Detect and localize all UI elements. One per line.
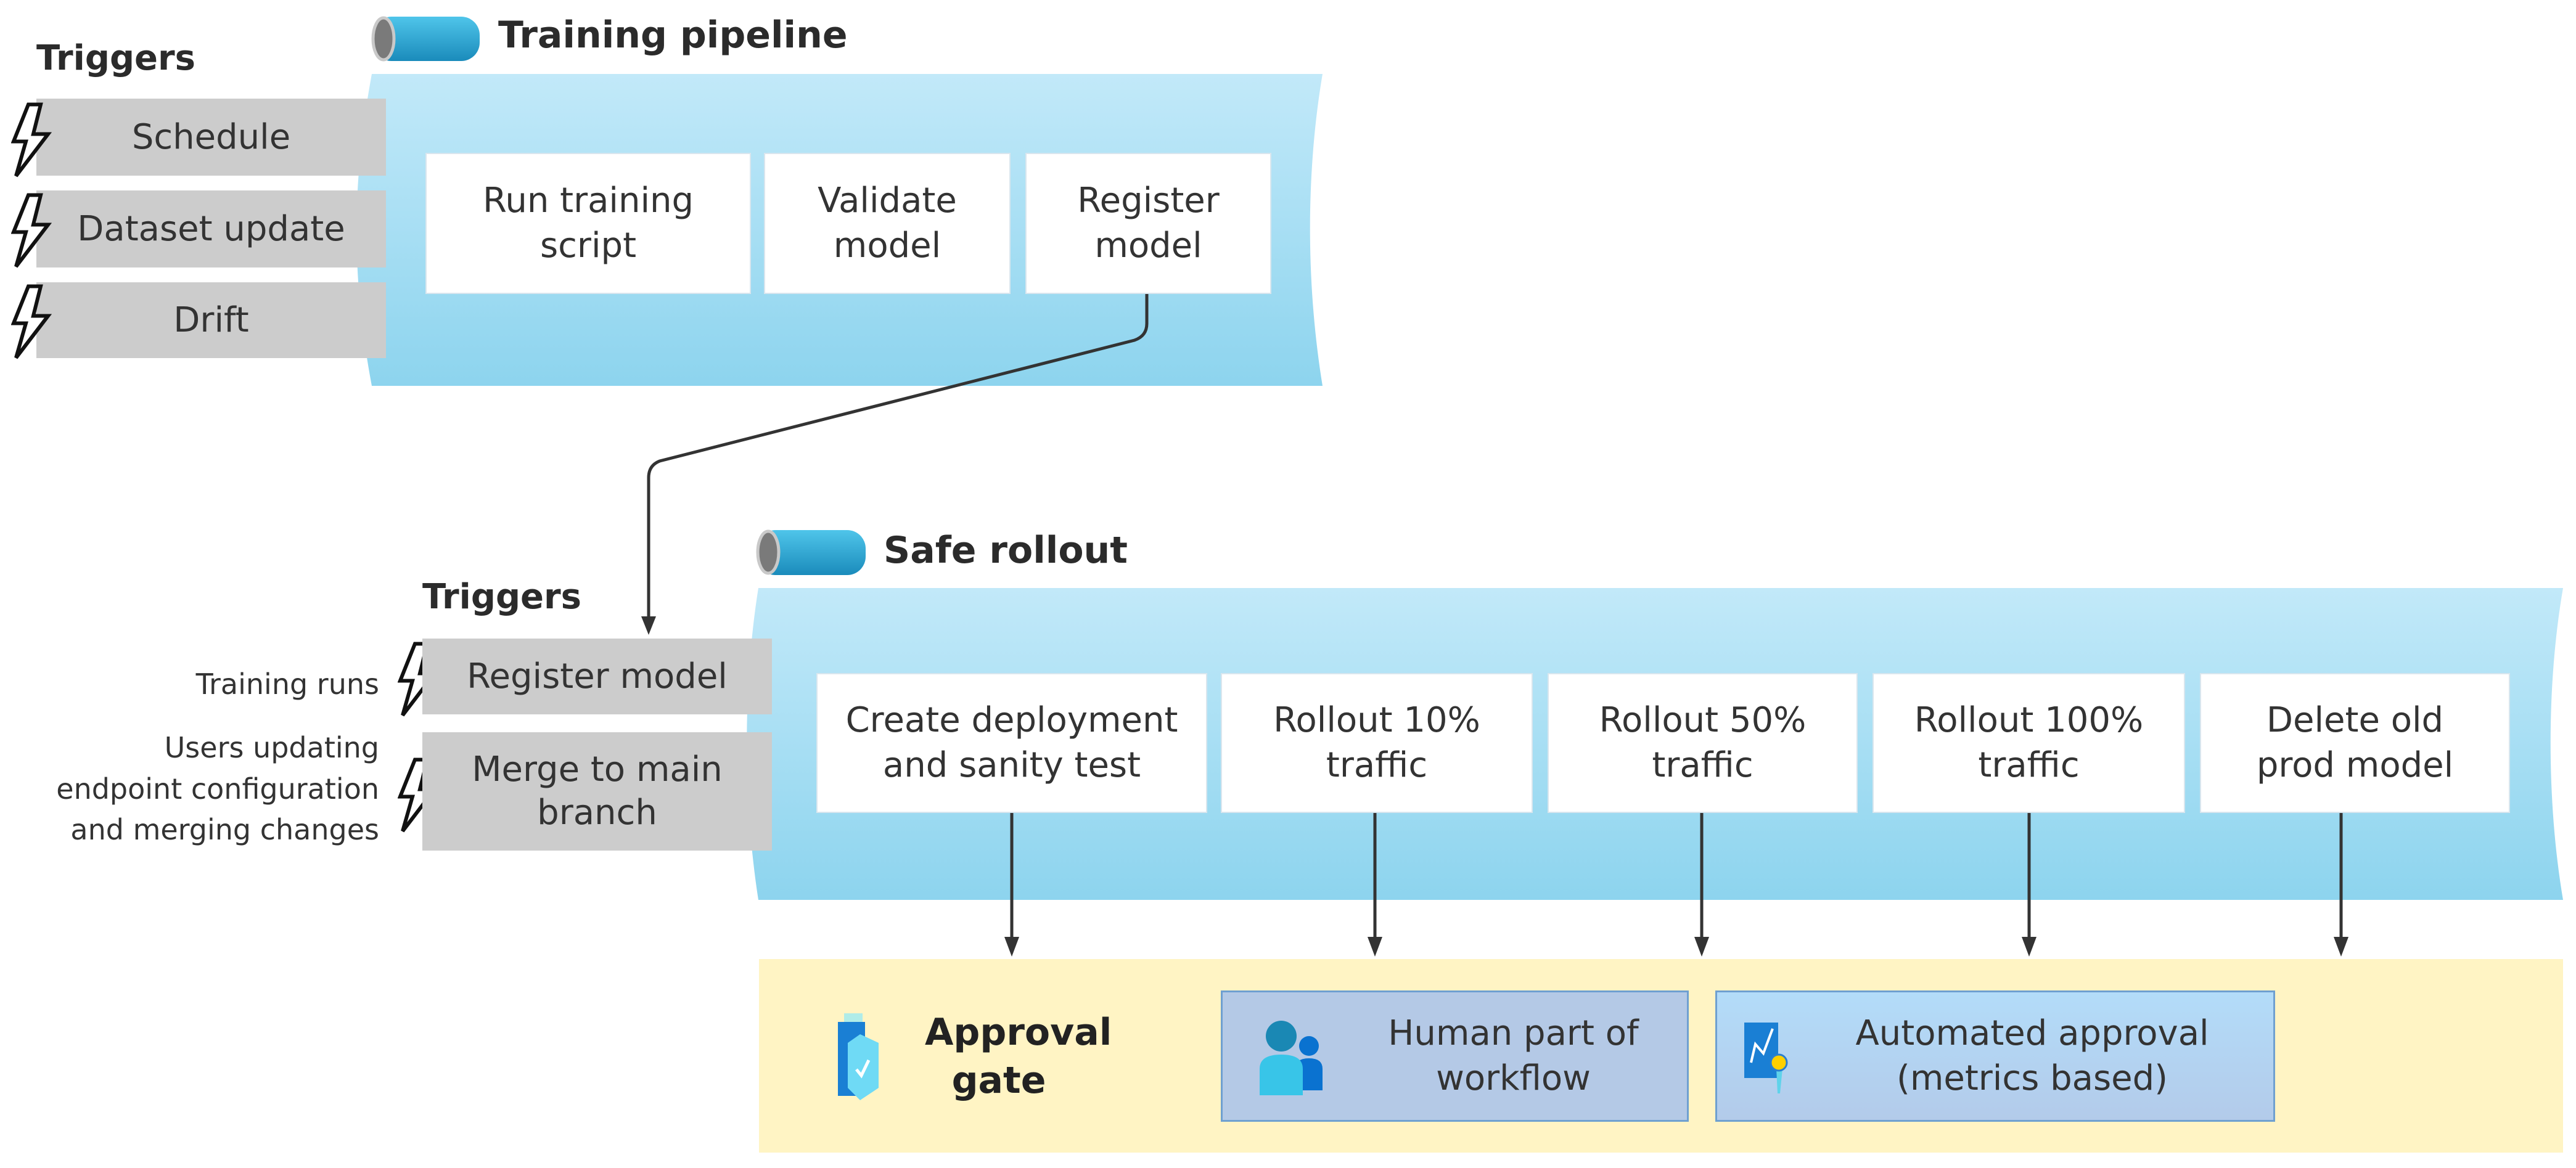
pipeline-icon: [756, 529, 866, 575]
trigger-note-users-updating: Users updating endpoint configuration an…: [56, 731, 379, 847]
triggers-heading: Triggers: [422, 577, 581, 617]
step-create-deployment[interactable]: Create deployment and sanity test: [816, 673, 1207, 813]
lightning-icon: [11, 284, 52, 359]
step-rollout-10[interactable]: Rollout 10% traffic: [1221, 673, 1533, 813]
arrowhead: [641, 616, 656, 635]
approval-gate-label: Approval gate: [925, 1011, 1112, 1102]
step-run-training-script[interactable]: Run training script: [425, 153, 751, 294]
lightning-icon: [11, 102, 52, 178]
users-icon: [1260, 1020, 1323, 1095]
trigger-register-model[interactable]: Register model: [422, 639, 772, 714]
safe-rollout-title: Safe rollout: [884, 529, 1128, 572]
automated-approval-label: Automated approval (metrics based): [1855, 1013, 2209, 1098]
step-validate-model[interactable]: Validate model: [764, 153, 1011, 294]
trigger-dataset-update[interactable]: Dataset update: [36, 190, 386, 267]
trigger-schedule[interactable]: Schedule: [36, 99, 386, 176]
step-register-model[interactable]: Register model: [1025, 153, 1271, 294]
metrics-badge-icon: [1744, 1022, 1788, 1093]
approval-shield-icon: [838, 1013, 879, 1100]
step-delete-old-model[interactable]: Delete old prod model: [2200, 673, 2510, 813]
triggers-heading: Triggers: [36, 38, 195, 78]
automated-approval-box[interactable]: Automated approval (metrics based): [1715, 990, 2275, 1122]
trigger-merge-to-main[interactable]: Merge to main branch: [422, 732, 772, 851]
trigger-drift[interactable]: Drift: [36, 282, 386, 358]
lightning-icon: [11, 193, 52, 268]
human-workflow-box[interactable]: Human part of workflow: [1221, 990, 1689, 1122]
step-rollout-100[interactable]: Rollout 100% traffic: [1873, 673, 2185, 813]
pipeline-icon: [371, 16, 480, 62]
training-pipeline-title: Training pipeline: [498, 14, 848, 57]
step-rollout-50[interactable]: Rollout 50% traffic: [1548, 673, 1858, 813]
trigger-note-training-runs: Training runs: [195, 668, 379, 701]
human-workflow-label: Human part of workflow: [1388, 1013, 1639, 1098]
